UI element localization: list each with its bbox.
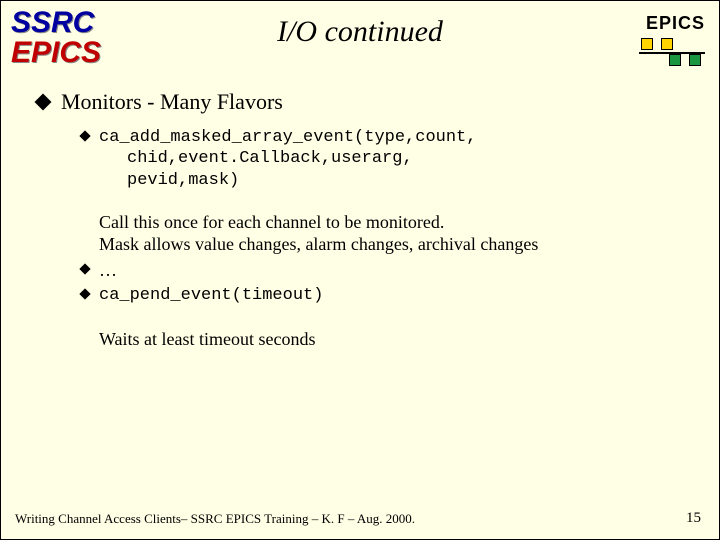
logo-right: EPICS bbox=[639, 13, 705, 66]
description-1: Call this once for each channel to be mo… bbox=[99, 211, 695, 256]
code-line1: ca_add_masked_array_event(type,count, bbox=[99, 127, 476, 148]
sub-bullet-3: ca_pend_event(timeout) bbox=[81, 285, 695, 306]
description-2: Waits at least timeout seconds bbox=[99, 328, 695, 351]
epics-squares-icon bbox=[639, 38, 705, 66]
ellipsis-text: … bbox=[99, 260, 117, 281]
logo-right-label: EPICS bbox=[639, 13, 705, 34]
slide-header: SSRC EPICS I/O continued EPICS bbox=[1, 1, 719, 81]
bullet-main: Monitors - Many Flavors bbox=[37, 89, 695, 115]
code-2: ca_pend_event(timeout) bbox=[99, 285, 323, 306]
diamond-bullet-icon bbox=[79, 263, 90, 274]
bullet-main-text: Monitors - Many Flavors bbox=[61, 89, 283, 115]
diamond-bullet-icon bbox=[79, 288, 90, 299]
sub-bullet-1: ca_add_masked_array_event(type,count, ch… bbox=[81, 127, 695, 191]
sub-bullet-1-body: ca_add_masked_array_event(type,count, ch… bbox=[99, 127, 476, 191]
slide-title: I/O continued bbox=[1, 15, 719, 49]
diamond-bullet-icon bbox=[79, 130, 90, 141]
code-line2: chid,event.Callback,userarg, bbox=[127, 148, 476, 169]
slide-content: Monitors - Many Flavors ca_add_masked_ar… bbox=[1, 81, 719, 351]
footer-text: Writing Channel Access Clients– SSRC EPI… bbox=[15, 511, 415, 527]
diamond-bullet-icon bbox=[35, 94, 52, 111]
desc1-line2: Mask allows value changes, alarm changes… bbox=[99, 233, 695, 256]
code-line3: pevid,mask) bbox=[127, 170, 476, 191]
sub-bullet-2: … bbox=[81, 260, 695, 281]
page-number: 15 bbox=[686, 510, 701, 527]
desc1-line1: Call this once for each channel to be mo… bbox=[99, 211, 695, 234]
